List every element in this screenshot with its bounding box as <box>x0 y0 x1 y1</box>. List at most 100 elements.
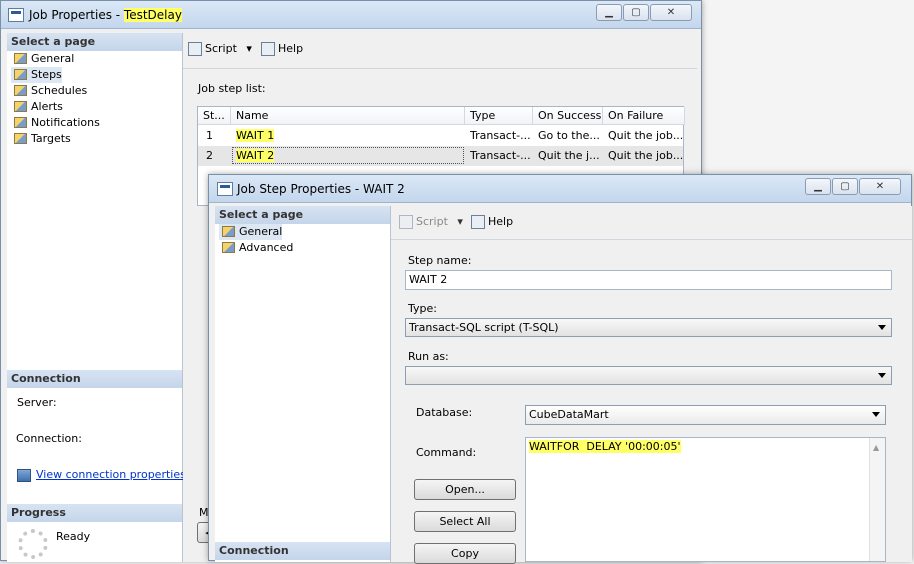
progress-header: Progress <box>7 504 182 522</box>
minimize-button[interactable]: ▁ <box>805 178 831 195</box>
table-row[interactable]: 2 WAIT 2 Transact-... Quit the j... Quit… <box>198 146 683 166</box>
help-icon <box>261 42 275 56</box>
page-alerts[interactable]: Alerts <box>11 99 63 115</box>
page-icon <box>14 53 27 64</box>
select-all-button[interactable]: Select All <box>414 511 516 532</box>
window-app-icon <box>8 8 24 22</box>
select-page-header: Select a page <box>215 206 390 224</box>
open-button[interactable]: Open... <box>414 479 516 500</box>
page-targets-label: Targets <box>31 132 71 145</box>
help-button[interactable]: Help <box>471 214 513 230</box>
page-general[interactable]: General <box>219 224 283 240</box>
script-icon <box>399 215 413 229</box>
row-name-highlight: WAIT 2 <box>236 149 275 162</box>
column-header-step[interactable]: St... <box>198 107 231 125</box>
column-header-type[interactable]: Type <box>465 107 533 125</box>
row-on-failure: Quit the job... <box>608 129 684 142</box>
job-name-highlight: TestDelay <box>123 8 182 22</box>
column-header-name[interactable]: Name <box>231 107 465 125</box>
title-prefix: Job Properties - <box>29 8 124 22</box>
minimize-button[interactable]: ▁ <box>596 4 622 21</box>
progress-spinner-icon <box>18 529 48 559</box>
page-general[interactable]: General <box>11 51 74 67</box>
close-button[interactable]: ✕ <box>859 178 901 195</box>
script-label: Script <box>205 42 237 55</box>
select-page-header: Select a page <box>7 33 182 51</box>
database-select-value: CubeDataMart <box>529 408 609 421</box>
page-icon <box>222 242 235 253</box>
row-name-highlight: WAIT 1 <box>236 129 275 142</box>
type-select[interactable]: Transact-SQL script (T-SQL) <box>405 318 892 337</box>
job-step-title-bar[interactable]: Job Step Properties - WAIT 2 ▁ ▢ ✕ <box>209 175 911 203</box>
page-general-label: General <box>31 52 75 65</box>
command-scrollbar[interactable]: ▲ <box>869 438 885 561</box>
page-icon <box>14 85 27 96</box>
row-step: 2 <box>206 149 213 162</box>
row-type: Transact-... <box>470 129 531 142</box>
script-button[interactable]: Script ▾ <box>399 214 463 230</box>
step-toolbar: Script ▾ Help <box>391 206 912 240</box>
type-label: Type: <box>408 302 437 315</box>
page-icon <box>14 101 27 112</box>
job-properties-title-bar[interactable]: Job Properties - TestDelay ▁ ▢ ✕ <box>1 1 701 29</box>
job-toolbar: Script ▾ Help <box>183 33 697 69</box>
page-icon <box>222 226 235 237</box>
view-connection-link-text[interactable]: View connection properties <box>36 468 186 481</box>
row-on-success: Quit the j... <box>538 149 600 162</box>
row-on-failure: Quit the job... <box>608 149 684 162</box>
view-connection-properties-link[interactable]: View connection properties <box>17 468 186 482</box>
page-notifications-label: Notifications <box>31 116 100 129</box>
progress-status: Ready <box>56 530 91 543</box>
help-button[interactable]: Help <box>261 41 303 57</box>
type-select-value: Transact-SQL script (T-SQL) <box>409 321 559 334</box>
page-notifications[interactable]: Notifications <box>11 115 100 131</box>
connection-header: Connection <box>7 370 182 388</box>
run-as-select[interactable] <box>405 366 892 385</box>
step-right-pane: Script ▾ Help Step name: WAIT 2 Type: Tr… <box>391 206 912 564</box>
step-name-label: Step name: <box>408 254 472 267</box>
command-text-highlight: WAITFOR DELAY '00:00:05' <box>529 440 681 453</box>
step-name-input[interactable]: WAIT 2 <box>405 270 892 290</box>
job-left-pane: Select a page General Steps Schedules Al… <box>7 33 186 562</box>
dropdown-arrow-icon <box>878 373 886 378</box>
page-general-label: General <box>239 225 283 238</box>
connection-header: Connection <box>215 542 390 560</box>
help-label: Help <box>488 215 514 228</box>
row-type: Transact-... <box>470 149 531 162</box>
page-steps-label: Steps <box>31 68 62 81</box>
page-steps[interactable]: Steps <box>11 67 62 83</box>
row-name: WAIT 2 <box>231 146 465 165</box>
server-label: Server: <box>17 396 57 409</box>
script-dropdown-arrow-icon[interactable]: ▾ <box>457 215 463 228</box>
row-name: WAIT 1 <box>231 126 465 145</box>
help-label: Help <box>278 42 304 55</box>
job-step-title: Job Step Properties - WAIT 2 <box>237 182 405 196</box>
page-targets[interactable]: Targets <box>11 131 71 147</box>
script-label: Script <box>416 215 448 228</box>
scroll-up-arrow-icon[interactable]: ▲ <box>873 441 879 455</box>
command-textarea[interactable]: WAITFOR DELAY '00:00:05' ▲ <box>525 437 886 562</box>
command-label: Command: <box>416 446 477 459</box>
page-schedules-label: Schedules <box>31 84 88 97</box>
page-schedules[interactable]: Schedules <box>11 83 87 99</box>
page-advanced[interactable]: Advanced <box>219 240 293 256</box>
script-button[interactable]: Script ▾ <box>188 41 252 57</box>
job-properties-title: Job Properties - TestDelay <box>29 8 182 22</box>
database-select[interactable]: CubeDataMart <box>525 405 886 425</box>
column-header-on-success[interactable]: On Success <box>533 107 603 125</box>
step-left-pane: Select a page General Advanced Connectio… <box>215 206 391 562</box>
maximize-button[interactable]: ▢ <box>623 4 649 21</box>
window-app-icon <box>217 182 233 196</box>
page-icon <box>14 69 27 80</box>
table-row[interactable]: 1 WAIT 1 Transact-... Go to the... Quit … <box>198 126 683 146</box>
script-icon <box>188 42 202 56</box>
column-header-on-failure[interactable]: On Failure <box>603 107 685 125</box>
script-dropdown-arrow-icon[interactable]: ▾ <box>246 42 252 55</box>
row-on-success: Go to the... <box>538 129 600 142</box>
page-icon <box>14 117 27 128</box>
page-advanced-label: Advanced <box>239 241 294 254</box>
run-as-label: Run as: <box>408 350 449 363</box>
dropdown-arrow-icon <box>872 412 880 417</box>
close-button[interactable]: ✕ <box>650 4 692 21</box>
maximize-button[interactable]: ▢ <box>832 178 858 195</box>
